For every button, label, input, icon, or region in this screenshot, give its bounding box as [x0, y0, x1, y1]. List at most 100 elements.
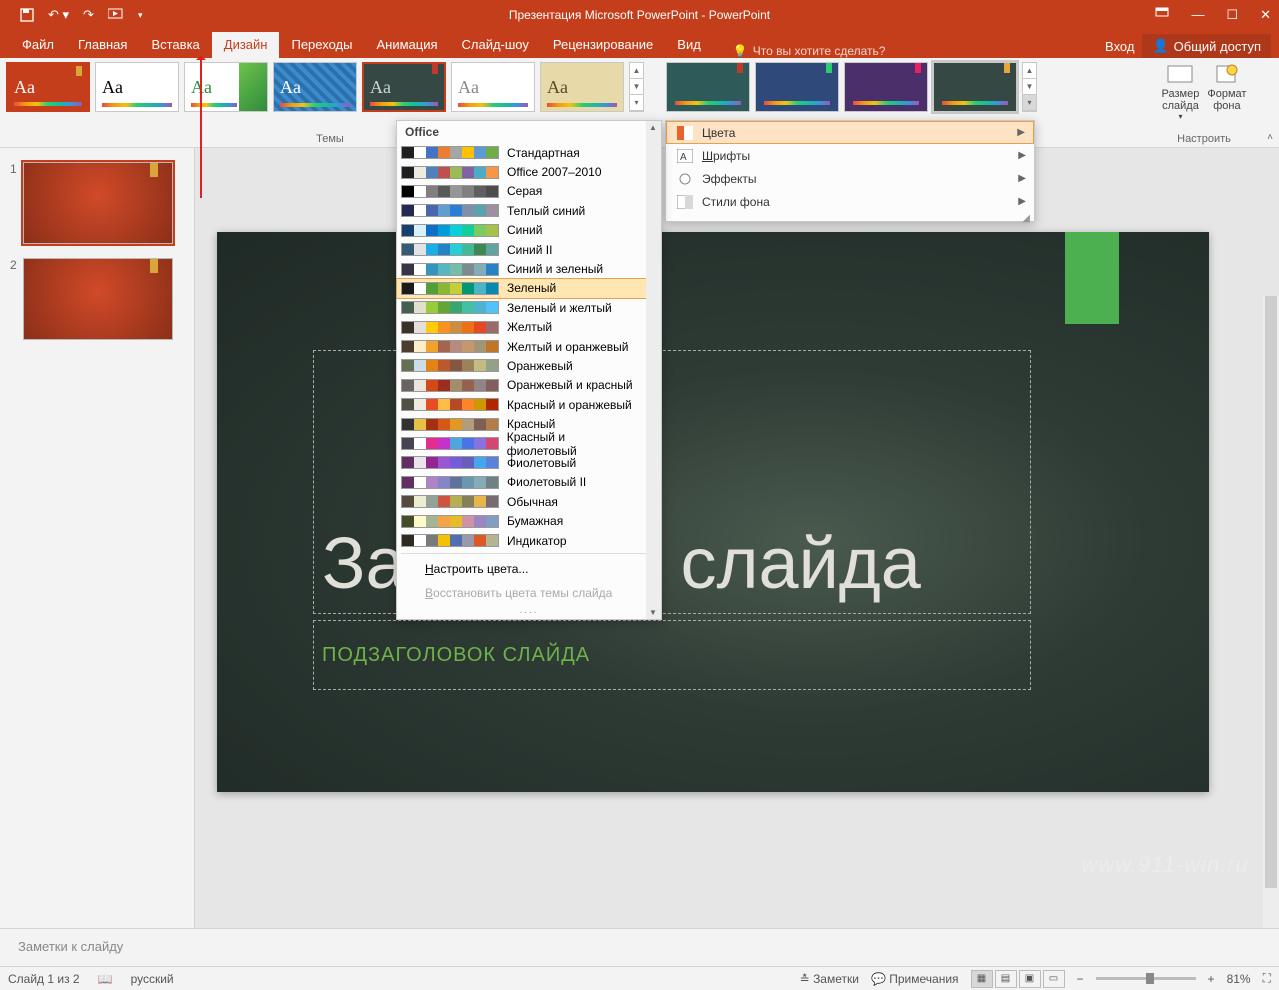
color-scheme-item[interactable]: Теплый синий	[397, 201, 646, 220]
tab-animation[interactable]: Анимация	[364, 32, 449, 58]
notes-toggle[interactable]: ≛ Заметки	[800, 972, 859, 986]
submenu-arrow-icon: ▶	[1018, 173, 1026, 184]
language-indicator[interactable]: русский	[131, 972, 174, 986]
zoom-slider[interactable]	[1096, 977, 1196, 980]
resize-grip-icon[interactable]: ◢	[666, 213, 1034, 221]
slide-canvas[interactable]: Заголовок слайда ПОДЗАГОЛОВОК СЛАЙДА	[217, 232, 1209, 792]
share-icon: 👤	[1152, 38, 1168, 54]
reset-colors-item: Восстановить цвета темы слайда	[397, 581, 661, 605]
watermark: www.911-win.ru	[1081, 852, 1249, 878]
customize-group: Размер слайда▾ Формат фона Настроить	[1129, 58, 1279, 147]
maximize-icon[interactable]: ☐	[1226, 7, 1238, 23]
customize-colors-item[interactable]: Настроить цвета...	[397, 557, 661, 581]
subtitle-placeholder[interactable]: ПОДЗАГОЛОВОК СЛАЙДА	[313, 620, 1031, 690]
color-scheme-item[interactable]: Зеленый и желтый	[397, 298, 646, 317]
bg-icon	[676, 194, 694, 210]
normal-view-icon[interactable]: ▦	[971, 970, 993, 988]
tab-design[interactable]: Дизайн	[212, 32, 280, 58]
tab-view[interactable]: Вид	[665, 32, 713, 58]
fit-to-window-icon[interactable]: ⛶	[1263, 971, 1271, 986]
color-scheme-item[interactable]: Синий	[397, 221, 646, 240]
variant-thumb[interactable]	[844, 62, 928, 112]
theme-thumb[interactable]: Aa	[95, 62, 179, 112]
color-scheme-item[interactable]: Зеленый	[397, 279, 646, 298]
reading-view-icon[interactable]: ▣	[1019, 970, 1041, 988]
zoom-level[interactable]: 81%	[1227, 972, 1251, 986]
theme-thumb[interactable]: Aa	[184, 62, 268, 112]
color-scheme-item[interactable]: Красный и фиолетовый	[397, 434, 646, 453]
sign-in[interactable]: Вход	[1105, 39, 1134, 54]
color-scheme-item[interactable]: Оранжевый	[397, 356, 646, 375]
view-buttons: ▦ ▤ ▣ ▭	[971, 970, 1065, 988]
theme-thumb[interactable]: Aa	[6, 62, 90, 112]
tab-transitions[interactable]: Переходы	[279, 32, 364, 58]
undo-icon[interactable]: ↶ ▾	[48, 7, 69, 23]
variants-dropdown: Цвета▶AШрифты▶Эффекты▶Стили фона▶ ◢	[665, 120, 1035, 222]
theme-thumb[interactable]: Aa	[451, 62, 535, 112]
variant-thumb[interactable]	[933, 62, 1017, 112]
slide-thumbnail[interactable]: 2	[10, 258, 184, 340]
tab-file[interactable]: Файл	[10, 32, 66, 58]
color-scheme-item[interactable]: Стандартная	[397, 143, 646, 162]
color-scheme-item[interactable]: Серая	[397, 182, 646, 201]
submenu-arrow-icon: ▶	[1018, 196, 1026, 207]
svg-text:A: A	[680, 152, 687, 163]
start-slideshow-icon[interactable]	[108, 7, 124, 23]
slide-thumbnail[interactable]: 1	[10, 162, 184, 244]
vertical-scrollbar[interactable]	[1263, 296, 1279, 928]
theme-thumb[interactable]: Aa	[273, 62, 357, 112]
color-scheme-item[interactable]: Оранжевый и красный	[397, 376, 646, 395]
variant-thumb[interactable]	[755, 62, 839, 112]
tell-me-search[interactable]: 💡 Что вы хотите сделать?	[733, 44, 886, 58]
theme-thumb[interactable]: Aa	[362, 62, 446, 112]
colors-dropdown: Office СтандартнаяOffice 2007–2010СераяТ…	[396, 120, 662, 620]
save-icon[interactable]	[20, 7, 34, 23]
close-icon[interactable]: ✕	[1260, 7, 1271, 23]
variants-menu-item[interactable]: AШрифты▶	[666, 144, 1034, 167]
dropdown-scrollbar[interactable]	[646, 121, 661, 619]
status-bar: Слайд 1 из 2 📖 русский ≛ Заметки 💬 Приме…	[0, 966, 1279, 990]
share-button[interactable]: 👤 Общий доступ	[1142, 34, 1271, 58]
slide-thumbnails-panel: 1 2	[0, 148, 195, 928]
color-scheme-item[interactable]: Бумажная	[397, 511, 646, 530]
variants-menu-item[interactable]: Эффекты▶	[666, 167, 1034, 190]
slide-edit-area[interactable]: Заголовок слайда ПОДЗАГОЛОВОК СЛАЙДА www…	[195, 148, 1279, 928]
color-scheme-item[interactable]: Желтый	[397, 318, 646, 337]
title-bar: ↶ ▾ ↷ ▾ Презентация Microsoft PowerPoint…	[0, 0, 1279, 30]
zoom-out-icon[interactable]: −	[1077, 972, 1084, 986]
color-scheme-item[interactable]: Office 2007–2010	[397, 162, 646, 181]
variants-menu-item[interactable]: Стили фона▶	[666, 190, 1034, 213]
qat-more-icon[interactable]: ▾	[138, 7, 143, 23]
color-scheme-item[interactable]: Желтый и оранжевый	[397, 337, 646, 356]
tab-review[interactable]: Рецензирование	[541, 32, 665, 58]
tab-slideshow[interactable]: Слайд-шоу	[450, 32, 541, 58]
collapse-ribbon-icon[interactable]: ˄	[1267, 132, 1273, 143]
comments-toggle[interactable]: 💬 Примечания	[871, 972, 959, 986]
customize-group-label: Настроить	[1129, 133, 1279, 145]
themes-spinner[interactable]: ▲▼▾	[629, 62, 644, 112]
minimize-icon[interactable]: —	[1191, 7, 1204, 23]
tab-home[interactable]: Главная	[66, 32, 139, 58]
zoom-in-icon[interactable]: +	[1208, 972, 1215, 986]
slide-counter[interactable]: Слайд 1 из 2	[8, 972, 80, 986]
notes-pane[interactable]: Заметки к слайду	[0, 928, 1279, 966]
bulb-icon: 💡	[733, 44, 748, 58]
color-scheme-item[interactable]: Индикатор	[397, 531, 646, 550]
slideshow-view-icon[interactable]: ▭	[1043, 970, 1065, 988]
variants-menu-item[interactable]: Цвета▶	[666, 121, 1034, 144]
redo-icon[interactable]: ↷	[83, 7, 94, 23]
color-scheme-item[interactable]: Обычная	[397, 492, 646, 511]
window-title: Презентация Microsoft PowerPoint - Power…	[509, 8, 770, 22]
spellcheck-icon[interactable]: 📖	[98, 972, 113, 986]
variants-spinner[interactable]: ▲▼▾	[1022, 62, 1037, 112]
color-scheme-item[interactable]: Красный и оранжевый	[397, 395, 646, 414]
theme-thumb[interactable]: Aa	[540, 62, 624, 112]
variant-thumb[interactable]	[666, 62, 750, 112]
ribbon-options-icon[interactable]	[1155, 7, 1169, 23]
window-controls: — ☐ ✕	[1155, 7, 1271, 23]
color-scheme-item[interactable]: Синий и зеленый	[397, 259, 646, 278]
color-scheme-item[interactable]: Фиолетовый II	[397, 473, 646, 492]
sorter-view-icon[interactable]: ▤	[995, 970, 1017, 988]
dropdown-resize-icon[interactable]: ....	[397, 605, 661, 619]
color-scheme-item[interactable]: Синий II	[397, 240, 646, 259]
